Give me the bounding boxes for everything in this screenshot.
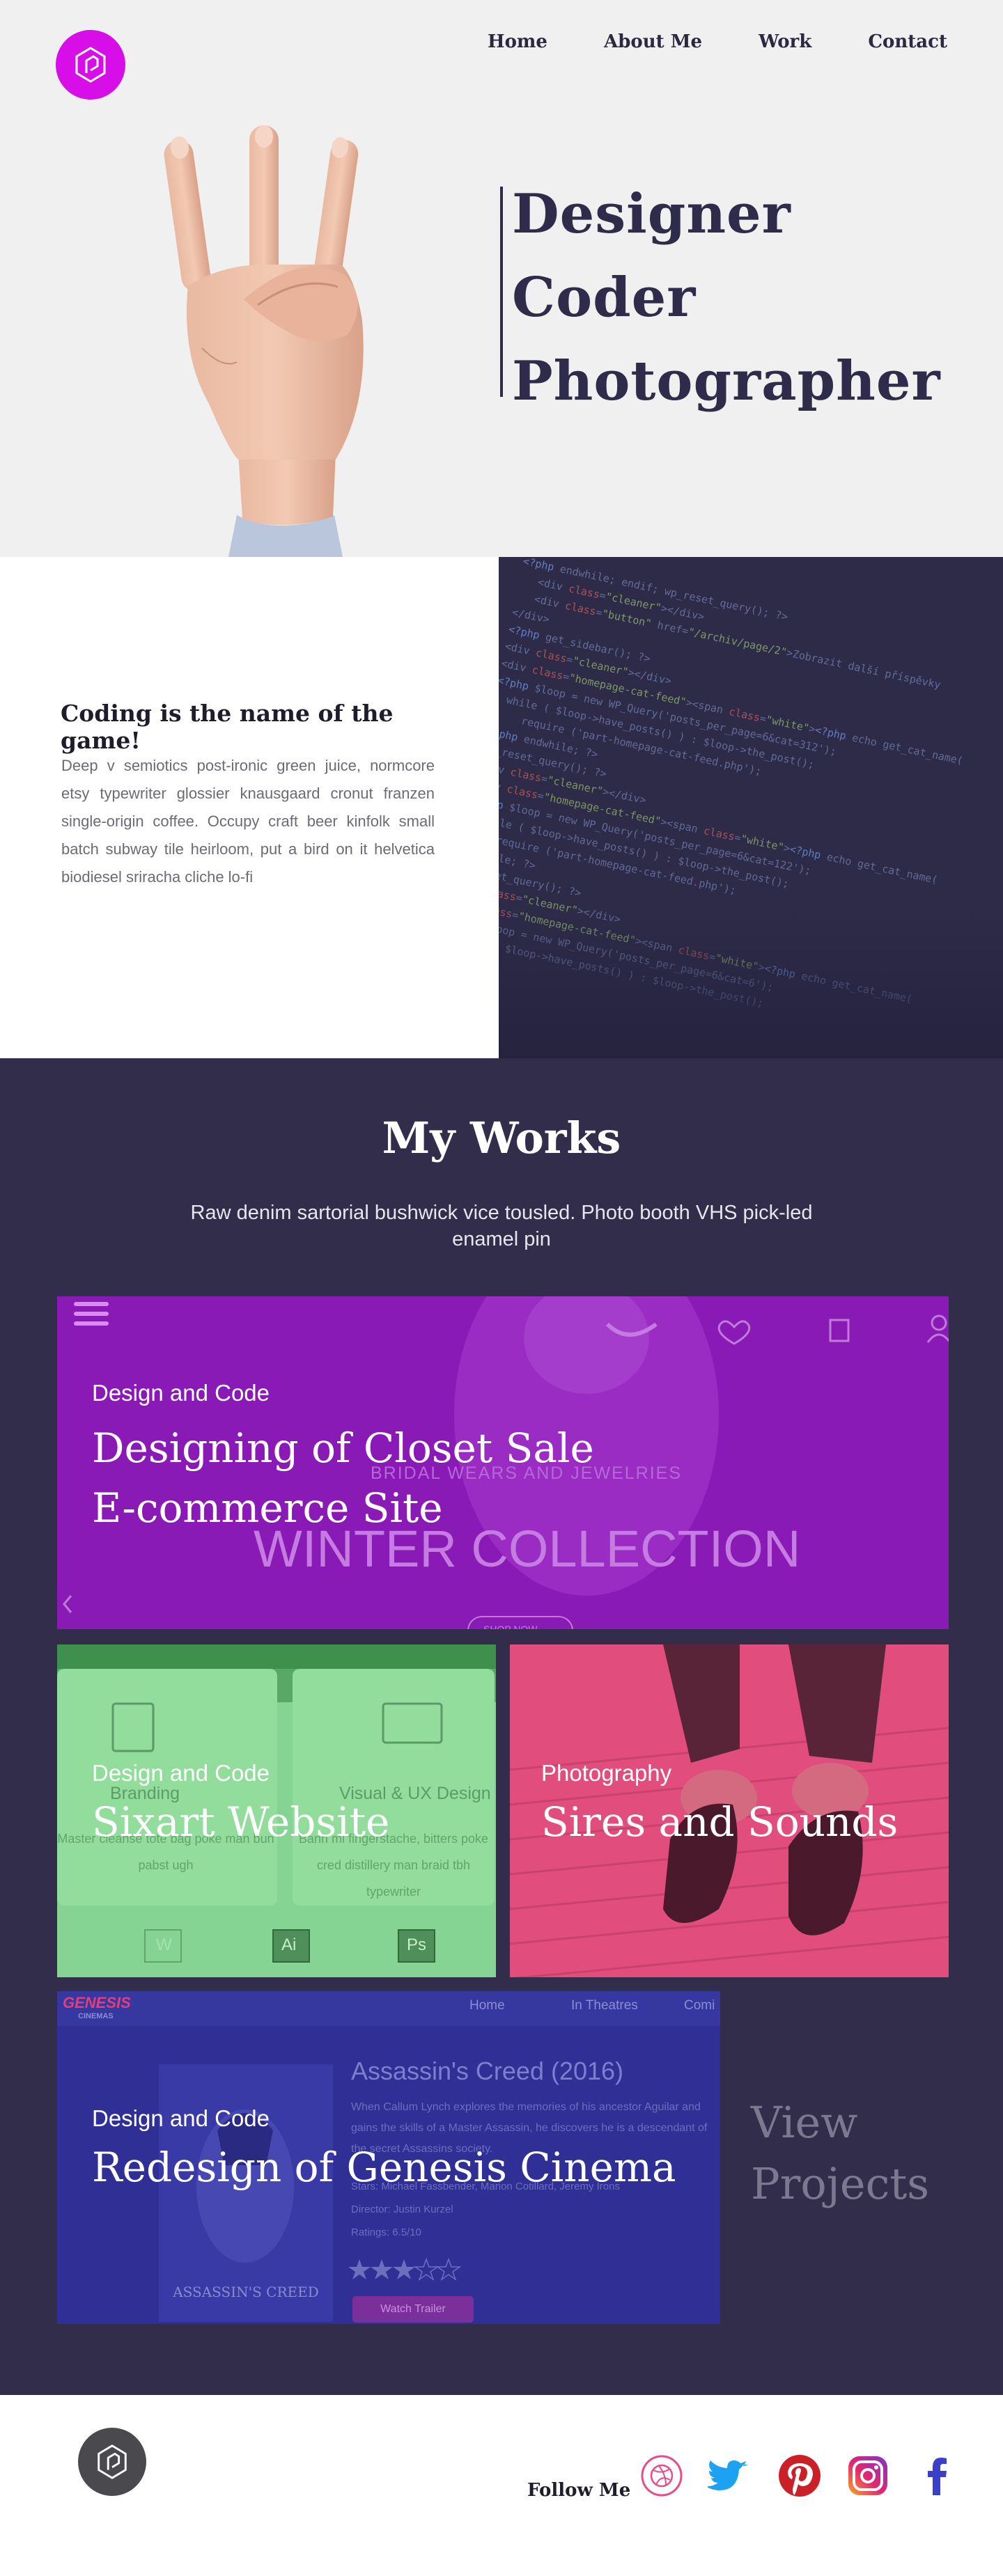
project-card-sires-and-sounds[interactable]: Photography Sires and Sounds	[510, 1644, 949, 1977]
hero-divider	[500, 187, 503, 397]
intro-heading: Coding is the name of the game!	[61, 700, 394, 754]
instagram-icon[interactable]	[846, 2453, 890, 2498]
closet-shop-button-text: SHOP NOW	[483, 1624, 538, 1629]
site-logo[interactable]	[56, 30, 125, 100]
hexagon-logo-icon	[75, 47, 106, 83]
hero-section: Home About Me Work Contact Designer Code…	[0, 0, 1003, 557]
project-category: Photography	[541, 1760, 672, 1786]
nav-work[interactable]: Work	[752, 31, 818, 52]
hero-title-designer: Designer	[512, 182, 791, 246]
nav-home[interactable]: Home	[481, 31, 554, 52]
project-category: Design and Code	[92, 1760, 270, 1786]
genesis-poster-text: ASSASSIN'S CREED	[173, 2284, 319, 2300]
genesis-brand-text: GENESIS	[63, 1994, 131, 2011]
project-card-genesis-cinema[interactable]: GENESIS CINEMAS Home In Theatres Comi As…	[57, 1991, 720, 2324]
genesis-trailer-button-text: Watch Trailer	[380, 2303, 446, 2315]
dribbble-icon[interactable]	[639, 2453, 684, 2498]
hero-title-coder: Coder	[512, 266, 697, 329]
code-screen-image: <?php endwhile; endif; wp_reset_query();…	[499, 557, 1003, 1058]
follow-me-label: Follow Me	[527, 2480, 631, 2501]
hero-titles: Designer Coder Photographer	[512, 173, 941, 423]
genesis-director: Director: Justin Kurzel	[351, 2204, 453, 2215]
sixart-tool-ai: Ai	[281, 1935, 297, 1954]
project-title: Sires and Sounds	[541, 1798, 899, 1846]
genesis-nav-home: Home	[469, 1998, 505, 2013]
sixart-tool-ps: Ps	[407, 1935, 427, 1954]
genesis-nav-comi: Comi	[684, 1998, 715, 2013]
project-title-line2: E-commerce Site	[92, 1484, 443, 1532]
project-category: Design and Code	[92, 2105, 270, 2131]
three-fingers-hand-image	[164, 125, 364, 557]
genesis-nav-theatres: In Theatres	[571, 1998, 638, 2013]
nav-contact[interactable]: Contact	[861, 31, 954, 52]
twitter-icon[interactable]	[706, 2453, 752, 2498]
works-title: My Works	[382, 1113, 621, 1163]
project-title: Redesign of Genesis Cinema	[92, 2144, 676, 2191]
project-card-closet-sale[interactable]: BRIDAL WEARS AND JEWELRIES WINTER COLLEC…	[57, 1296, 949, 1629]
project-category: Design and Code	[92, 1380, 270, 1406]
works-subtitle: Raw denim sartorial bushwick vice tousle…	[190, 1202, 813, 1250]
main-nav: Home About Me Work Contact	[481, 31, 954, 52]
code-screen-shade	[499, 557, 1003, 1058]
project-title: Sixart Website	[92, 1798, 390, 1846]
genesis-movie-title: Assassin's Creed (2016)	[351, 2057, 624, 2085]
footer-logo[interactable]	[78, 2428, 146, 2496]
project-card-sixart[interactable]: Branding Visual & UX Design Master clean…	[57, 1644, 496, 1977]
pinterest-icon[interactable]	[777, 2453, 822, 2498]
genesis-brand-sub-text: CINEMAS	[78, 2012, 114, 2020]
nav-about-me[interactable]: About Me	[597, 31, 709, 52]
sixart-tool-w: W	[156, 1935, 172, 1954]
genesis-ratings: Ratings: 6.5/10	[351, 2226, 421, 2238]
hexagon-logo-icon	[98, 2444, 127, 2479]
project-title-line1: Designing of Closet Sale	[92, 1424, 594, 1472]
hero-title-photographer: Photographer	[512, 350, 941, 413]
project-title: Designing of Closet Sale E-commerce Site	[92, 1418, 594, 1538]
intro-paragraph: Deep v semiotics post-ironic green juice…	[61, 757, 435, 886]
view-projects-link[interactable]: View Projects	[751, 2092, 960, 2215]
facebook-icon[interactable]	[915, 2453, 960, 2498]
